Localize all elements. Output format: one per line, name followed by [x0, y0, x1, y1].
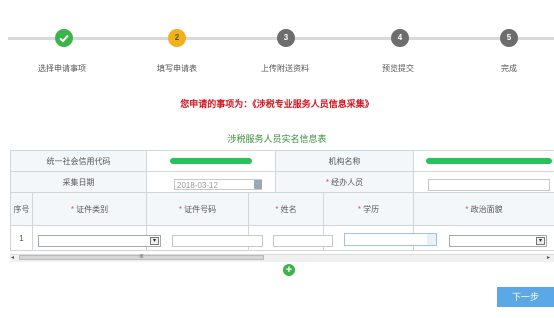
step-1-label: 选择申请事项 — [38, 64, 86, 73]
row-seq: 1 — [10, 225, 33, 251]
cert-type-select[interactable]: ▾ — [38, 235, 161, 247]
col-politics-header: * 政治面貌 — [413, 192, 554, 226]
agent-label: * 经办人员 — [275, 171, 414, 193]
step-3-node: 3 — [277, 29, 295, 47]
selected-item-notice: 您申请的事项为：《涉税专业服务人员信息采集》 — [180, 99, 374, 109]
calendar-icon[interactable] — [254, 180, 262, 189]
step-4-node: 4 — [391, 29, 409, 47]
politics-select[interactable]: ▾ — [449, 235, 547, 247]
step-1-check-icon — [55, 29, 73, 47]
collect-date-input[interactable]: 2018-03-12 — [174, 179, 262, 190]
name-input[interactable] — [273, 235, 333, 247]
form-title: 涉税服务人员实名信息表 — [227, 134, 327, 144]
redacted-bar — [170, 158, 252, 164]
chevron-down-icon: ▾ — [150, 237, 159, 245]
step-2-node: 2 — [168, 29, 186, 47]
col-cert-no-header: * 证件号码 — [146, 192, 249, 226]
next-step-button[interactable]: 下一步 — [497, 287, 554, 307]
step-3-label: 上传附送资料 — [261, 64, 309, 73]
scroll-right-icon[interactable]: ▸ — [547, 254, 550, 261]
scroll-left-icon[interactable]: ◂ — [11, 254, 14, 261]
credit-code-value — [146, 150, 276, 172]
org-name-value — [413, 150, 554, 172]
step-4-label: 预览提交 — [382, 64, 414, 73]
scrollbar-thumb[interactable]: III — [19, 255, 264, 260]
credit-code-label: 统一社会信用代码 — [10, 150, 147, 172]
select-handle — [427, 234, 436, 245]
redacted-bar — [426, 158, 552, 164]
col-education-header: * 学历 — [323, 192, 414, 226]
col-cert-type-header: * 证件类别 — [32, 192, 147, 226]
agent-input[interactable] — [428, 179, 550, 191]
education-select[interactable] — [344, 233, 437, 246]
step-5-node: 5 — [500, 29, 518, 47]
step-2-label: 填写申请表 — [157, 64, 197, 73]
check-icon — [59, 34, 69, 43]
chevron-down-icon: ▾ — [536, 237, 545, 245]
cert-no-input[interactable] — [172, 235, 263, 247]
add-row-button[interactable]: + — [283, 264, 295, 276]
collect-date-label: 采集日期 — [10, 171, 147, 193]
org-name-label: 机构名称 — [275, 150, 414, 172]
col-seq-header: 序号 — [10, 192, 33, 226]
col-name-header: * 姓名 — [248, 192, 324, 226]
step-5-label: 完成 — [501, 64, 517, 73]
